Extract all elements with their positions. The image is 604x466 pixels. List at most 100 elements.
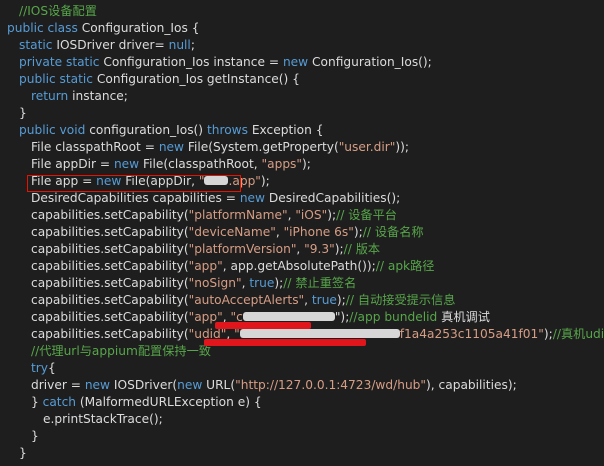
- code-line: driver = new IOSDriver(new URL("http://1…: [31, 377, 517, 394]
- code-token: }: [31, 429, 39, 443]
- code-line: capabilities.setCapability("platformVers…: [31, 241, 380, 258]
- code-editor[interactable]: //IOS设备配置 public class Configuration_Ios …: [0, 0, 604, 466]
- code-line: capabilities.setCapability("deviceName",…: [31, 224, 424, 241]
- code-line: e.printStackTrace();: [43, 411, 163, 428]
- code-token: capabilities.setCapability(: [31, 276, 189, 290]
- code-token: capabilities.setCapability(: [31, 225, 189, 239]
- code-token: "9.3": [304, 242, 335, 256]
- code-line: static IOSDriver driver= null;: [19, 37, 195, 54]
- code-token: // 设备名称: [362, 225, 424, 239]
- redaction-strike-udid: [204, 339, 366, 346]
- code-token: );: [543, 327, 553, 341]
- code-token: "platformVersion": [188, 242, 297, 256]
- redacted-text: [239, 329, 400, 338]
- code-line: DesiredCapabilities capabilities = new D…: [31, 190, 400, 207]
- code-token: new: [113, 157, 144, 171]
- code-token: , app.getAbsolutePath());: [222, 259, 376, 273]
- code-token: f1a4a253c1105a41f01": [399, 327, 544, 341]
- code-token: //代理url与appium配置保持一致: [31, 344, 211, 358]
- code-token: "user.dir": [338, 140, 396, 154]
- code-token: );: [274, 276, 284, 290]
- code-token: ;: [190, 38, 195, 52]
- code-line: try{: [31, 360, 56, 377]
- code-token: "http://127.0.0.1:4723/wd/hub": [235, 378, 427, 392]
- code-token: URL(: [206, 378, 236, 392]
- code-token: null: [168, 38, 191, 52]
- highlight-box: [27, 175, 241, 192]
- code-token: ,: [275, 225, 284, 239]
- code-token: IOSDriver driver=: [56, 38, 169, 52]
- code-token: capabilities.setCapability(: [31, 327, 189, 341]
- redacted-text: [242, 312, 335, 321]
- code-token: new: [239, 191, 269, 205]
- code-token: configuration_Ios(): [89, 123, 207, 137]
- code-token: e.printStackTrace();: [43, 412, 163, 426]
- code-token: new: [177, 378, 207, 392]
- code-line: capabilities.setCapability("autoAcceptAl…: [31, 292, 455, 309]
- code-token: "platformName": [188, 208, 288, 222]
- code-token: // 自动接受提示信息: [345, 293, 456, 307]
- code-token: Configuration_Ios {: [81, 21, 200, 35]
- code-token: //IOS设备配置: [19, 4, 97, 18]
- code-token: return: [31, 89, 73, 103]
- code-line: //IOS设备配置: [19, 3, 97, 20]
- code-token: ");: [334, 310, 350, 324]
- code-token: }: [19, 446, 27, 460]
- code-line: public void configuration_Ios() throws E…: [19, 122, 323, 139]
- code-token: capabilities.setCapability(: [31, 259, 189, 273]
- code-token: public static: [19, 72, 97, 86]
- code-token: try: [31, 361, 49, 375]
- code-token: );: [353, 225, 363, 239]
- code-token: "noSign": [188, 276, 242, 290]
- code-line: public static Configuration_Ios getInsta…: [19, 71, 300, 88]
- code-token: new: [282, 55, 313, 69]
- code-token: );: [260, 174, 270, 188]
- code-token: private static: [19, 55, 104, 69]
- code-token: );: [336, 293, 346, 307]
- code-token: DesiredCapabilities();: [268, 191, 401, 205]
- code-token: "iOS": [295, 208, 328, 222]
- code-token: DesiredCapabilities capabilities =: [31, 191, 240, 205]
- code-line: File classpathRoot = new File(System.get…: [31, 139, 409, 156]
- code-token: throws: [206, 123, 252, 137]
- code-token: );: [302, 157, 311, 171]
- code-line: capabilities.setCapability("app", app.ge…: [31, 258, 435, 275]
- redaction-strike-bundleid: [215, 322, 311, 329]
- code-token: // 设备平台: [336, 208, 397, 222]
- code-token: "deviceName": [188, 225, 276, 239]
- code-token: }: [19, 106, 27, 120]
- code-token: static: [19, 38, 57, 52]
- code-token: );: [334, 242, 344, 256]
- code-token: "autoAcceptAlerts": [188, 293, 305, 307]
- code-token: // apk路径: [375, 259, 435, 273]
- code-token: Configuration_Ios getInstance() {: [96, 72, 300, 86]
- code-token: // 版本: [343, 242, 381, 256]
- code-token: capabilities.setCapability(: [31, 310, 189, 324]
- code-token: File(classpathRoot,: [143, 157, 262, 171]
- code-line: }: [19, 105, 27, 122]
- code-token: "apps": [261, 157, 303, 171]
- code-token: Configuration_Ios instance =: [103, 55, 283, 69]
- code-token: capabilities.setCapability(: [31, 293, 189, 307]
- code-token: true: [311, 293, 337, 307]
- code-line: }: [31, 428, 39, 445]
- code-token: //真机udid: [552, 327, 604, 341]
- code-line: File appDir = new File(classpathRoot, "a…: [31, 156, 311, 173]
- code-token: instance;: [72, 89, 128, 103]
- code-token: //app bundelid: [349, 310, 442, 324]
- code-token: ));: [395, 140, 410, 154]
- code-token: ,: [296, 242, 305, 256]
- code-token: Configuration_Ios();: [312, 55, 432, 69]
- code-token: capabilities.setCapability(: [31, 208, 189, 222]
- code-token: "app": [188, 259, 223, 273]
- code-line: //代理url与appium配置保持一致: [31, 343, 211, 360]
- code-token: {: [48, 361, 56, 375]
- code-token: }: [31, 395, 43, 409]
- code-token: driver =: [31, 378, 85, 392]
- code-token: ), capabilities);: [426, 378, 517, 392]
- code-token: File(System.getProperty(: [187, 140, 339, 154]
- code-token: capabilities.setCapability(: [31, 242, 189, 256]
- code-line: return instance;: [31, 88, 128, 105]
- code-token: File appDir =: [31, 157, 114, 171]
- code-token: // 禁止重签名: [283, 276, 357, 290]
